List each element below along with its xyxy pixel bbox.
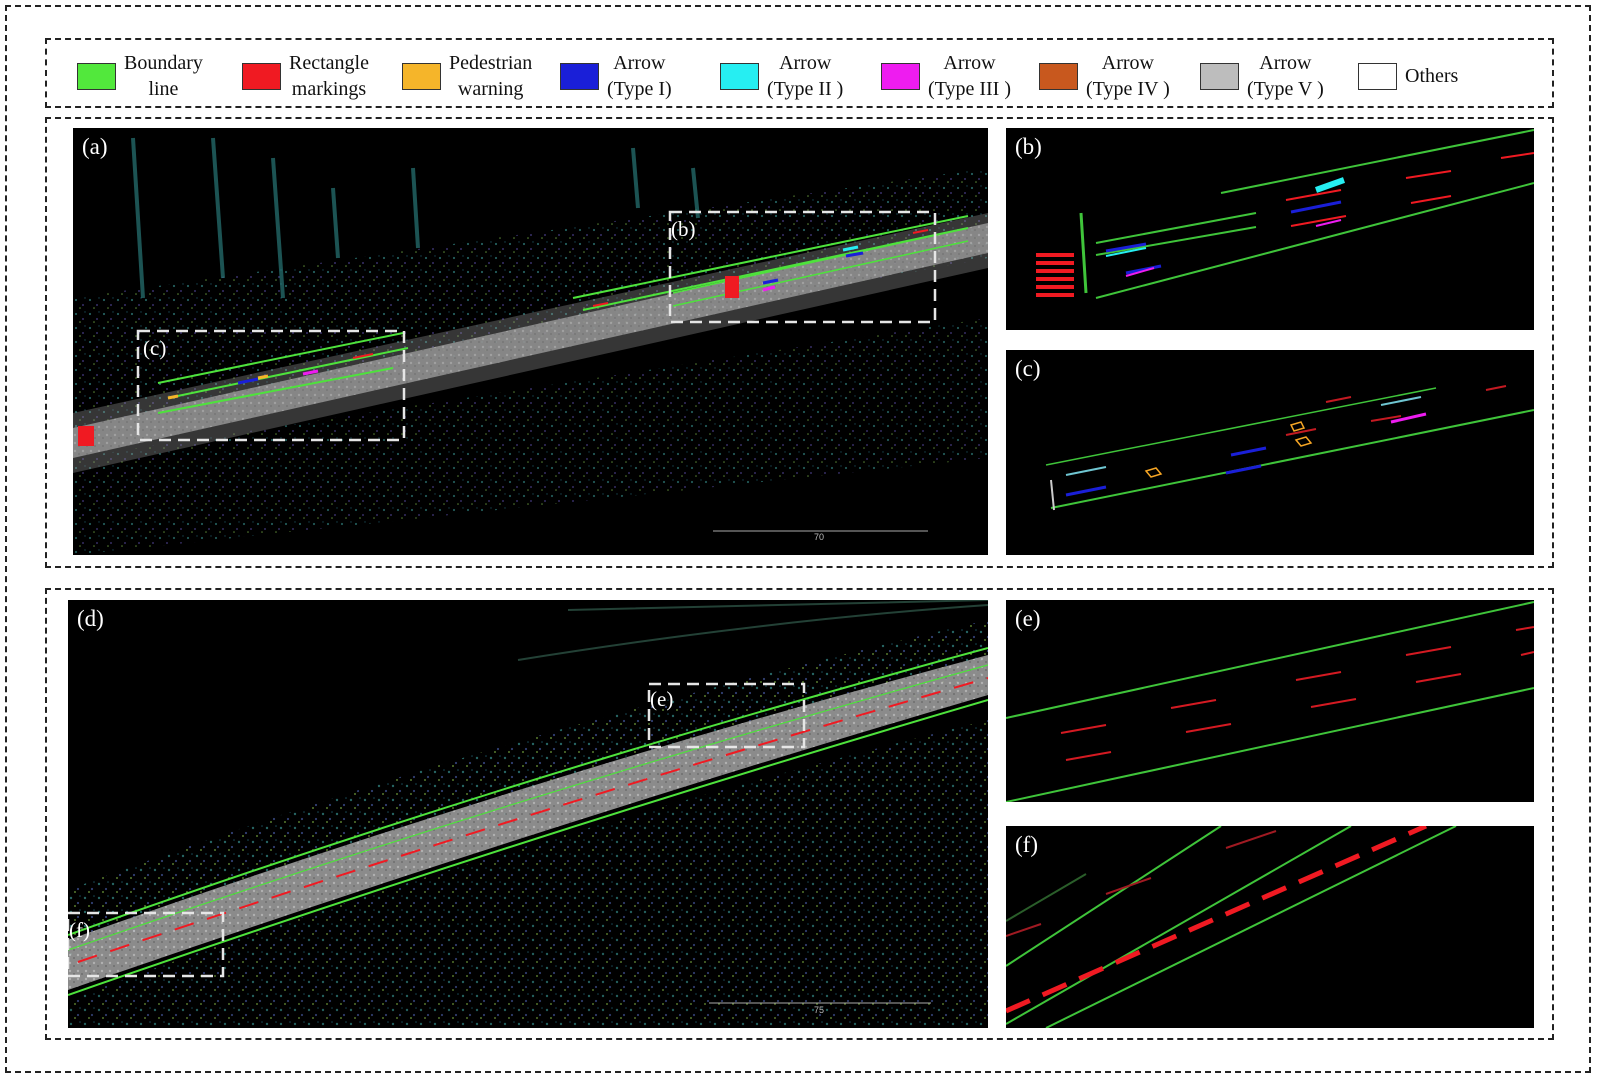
inset-label-f: (f)	[69, 918, 90, 942]
panel-d: (d) (e) (f) 75	[68, 600, 988, 1028]
point-cloud-f	[1006, 826, 1534, 1028]
legend-label: Others	[1405, 63, 1458, 89]
legend-label: Rectangle markings	[289, 50, 369, 102]
inset-label-b: (b)	[671, 217, 696, 241]
point-cloud-b	[1006, 128, 1534, 330]
point-cloud-d	[68, 600, 988, 1028]
legend-label: Pedestrian warning	[449, 50, 532, 102]
legend-boundary-line: Boundary line	[77, 48, 203, 104]
legend-label-line2: warning	[457, 78, 524, 100]
legend-label-line1: Boundary	[124, 52, 203, 74]
point-cloud-c	[1006, 350, 1534, 555]
legend-swatch	[1039, 62, 1078, 90]
legend-arrow-type-4: Arrow (Type IV )	[1039, 48, 1170, 104]
legend-label-line2: (Type I)	[607, 78, 672, 100]
scale-bar-label-d: 75	[814, 1005, 825, 1015]
legend-label-line1: Others	[1405, 65, 1459, 87]
legend-arrow-type-5: Arrow (Type V )	[1200, 48, 1324, 104]
legend-label-line1: Arrow	[779, 52, 832, 74]
panel-label-f: (f)	[1015, 832, 1038, 857]
legend-arrow-type-2: Arrow (Type II )	[720, 48, 843, 104]
inset-label-c: (c)	[143, 336, 167, 360]
legend-label: Arrow (Type V )	[1247, 50, 1324, 102]
panel-label-c: (c)	[1015, 356, 1041, 381]
legend-swatch	[720, 62, 759, 90]
legend-rectangle-markings: Rectangle markings	[242, 48, 369, 104]
legend-label-line2: markings	[291, 78, 367, 100]
panel-label-e: (e)	[1015, 606, 1041, 631]
legend-arrow-type-1: Arrow (Type I)	[560, 48, 672, 104]
legend-label-line2: (Type III )	[928, 78, 1011, 100]
legend-label-line1: Arrow	[943, 52, 996, 74]
panel-c: (c)	[1006, 350, 1534, 555]
legend-label-line2: (Type IV )	[1086, 78, 1170, 100]
legend-pedestrian-warning: Pedestrian warning	[402, 48, 532, 104]
legend-label-line1: Arrow	[1259, 52, 1312, 74]
panel-f: (f)	[1006, 826, 1534, 1028]
panel-label-b: (b)	[1015, 134, 1042, 159]
legend-label-line1: Arrow	[613, 52, 666, 74]
panel-e: (e)	[1006, 600, 1534, 802]
legend-label-line1: Pedestrian	[449, 52, 533, 74]
legend-label: Arrow (Type I)	[607, 50, 672, 102]
legend-swatch	[242, 62, 281, 90]
legend-label-line1: Arrow	[1101, 52, 1154, 74]
legend-swatch	[402, 62, 441, 90]
legend-swatch	[1358, 62, 1397, 90]
panel-a: (a) (b) (c) 70	[73, 128, 988, 555]
scale-bar-label-a: 70	[814, 532, 825, 542]
legend-label-line2: (Type V )	[1247, 78, 1324, 100]
legend-label: Arrow (Type II )	[767, 50, 843, 102]
panel-label-d: (d)	[77, 606, 104, 631]
legend-swatch	[560, 62, 599, 90]
legend-label-line1: Rectangle	[289, 52, 369, 74]
legend-label: Arrow (Type IV )	[1086, 50, 1170, 102]
legend-label: Boundary line	[124, 50, 203, 102]
legend-swatch	[77, 62, 116, 90]
panel-b: (b)	[1006, 128, 1534, 330]
legend-swatch	[881, 62, 920, 90]
point-cloud-a	[73, 128, 988, 555]
legend-swatch	[1200, 62, 1239, 90]
legend-arrow-type-3: Arrow (Type III )	[881, 48, 1011, 104]
panel-label-a: (a)	[82, 134, 108, 159]
inset-label-e: (e)	[650, 687, 674, 711]
point-cloud-e	[1006, 600, 1534, 802]
legend-label: Arrow (Type III )	[928, 50, 1011, 102]
legend-label-line2: (Type II )	[767, 78, 844, 100]
legend-label-line2: line	[148, 78, 179, 100]
legend-others: Others	[1358, 48, 1458, 104]
